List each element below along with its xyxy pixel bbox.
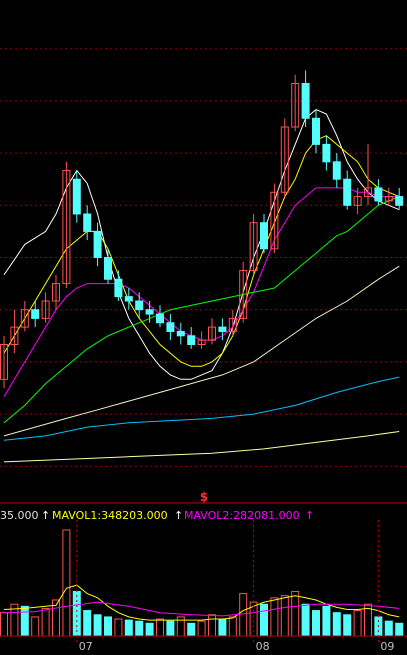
candle-down <box>145 309 154 315</box>
candle-down <box>260 222 268 250</box>
candle-down <box>187 335 196 345</box>
volume-bar <box>135 620 144 637</box>
volume-left-value: 35.000 <box>0 509 39 522</box>
candle-down <box>72 178 81 215</box>
stock-chart: $ 35.000 ↑ MAVOL1:348203.000 ↑ MAVOL2:28… <box>0 48 407 653</box>
volume-bar <box>72 590 81 637</box>
ma-line <box>3 265 400 437</box>
candle-down <box>135 300 144 311</box>
candle-down <box>114 278 123 298</box>
volume-bar <box>166 620 175 637</box>
volume-bar <box>332 612 341 637</box>
volume-bar <box>124 619 133 637</box>
volume-bar <box>239 593 248 637</box>
candle-down <box>343 178 352 206</box>
volume-legend: 35.000 ↑ MAVOL1:348203.000 ↑ MAVOL2:2820… <box>0 509 314 522</box>
up-arrow-icon: ↑ <box>41 509 50 522</box>
x-tick-label: 08 <box>256 640 270 653</box>
up-arrow-icon: ↑ <box>174 509 183 522</box>
mavol1-label: MAVOL1:348203.000 <box>52 509 168 522</box>
candle-down <box>166 322 175 332</box>
volume-bar <box>145 622 154 637</box>
candlesticks <box>0 70 404 388</box>
volume-bar <box>301 603 310 637</box>
candle-down <box>83 213 92 232</box>
volume-bar <box>31 616 40 637</box>
volume-bar <box>93 614 102 637</box>
candle-down <box>312 117 320 145</box>
candle-down <box>156 313 164 324</box>
volume-bar <box>0 612 8 637</box>
volume-bar <box>208 614 216 637</box>
candle-down <box>395 196 404 206</box>
mavol2-label: MAVOL2:282081.000 <box>184 509 300 522</box>
volume-bar <box>260 603 268 637</box>
volume-bar <box>114 618 123 637</box>
candle-down <box>104 257 112 280</box>
dollar-marker: $ <box>200 490 208 504</box>
x-tick-label: 09 <box>380 640 394 653</box>
candle-down <box>93 230 102 258</box>
candle-down <box>332 161 341 180</box>
volume-bar <box>270 597 279 637</box>
x-tick-label: 07 <box>79 640 93 653</box>
volume-bar <box>83 610 92 637</box>
candle-down <box>322 143 331 163</box>
candle-down <box>374 187 383 202</box>
candle-down <box>124 296 133 302</box>
ma-line <box>3 376 400 441</box>
volume-bar <box>228 616 237 637</box>
up-arrow-icon: ↑ <box>305 509 314 522</box>
candle-down <box>31 309 40 319</box>
volume-bar <box>197 620 206 637</box>
candle-down <box>176 330 185 337</box>
volume-bar <box>312 610 320 637</box>
volume-bar <box>353 610 362 637</box>
volume-bar <box>20 605 29 637</box>
ma-line <box>3 431 400 463</box>
candle-down <box>218 326 227 332</box>
volume-bar <box>156 618 164 637</box>
volume-bar <box>218 618 227 637</box>
volume-bar <box>291 590 300 637</box>
volume-bar <box>187 622 196 637</box>
volume-bar <box>395 622 404 637</box>
volume-bar <box>343 614 352 637</box>
volume-bar <box>280 595 289 637</box>
volume-bar <box>62 529 71 637</box>
volume-bar <box>104 616 112 637</box>
volume-bar <box>41 607 50 637</box>
volume-bar <box>384 620 393 637</box>
candle-down <box>301 83 310 119</box>
volume-bar <box>322 605 331 637</box>
